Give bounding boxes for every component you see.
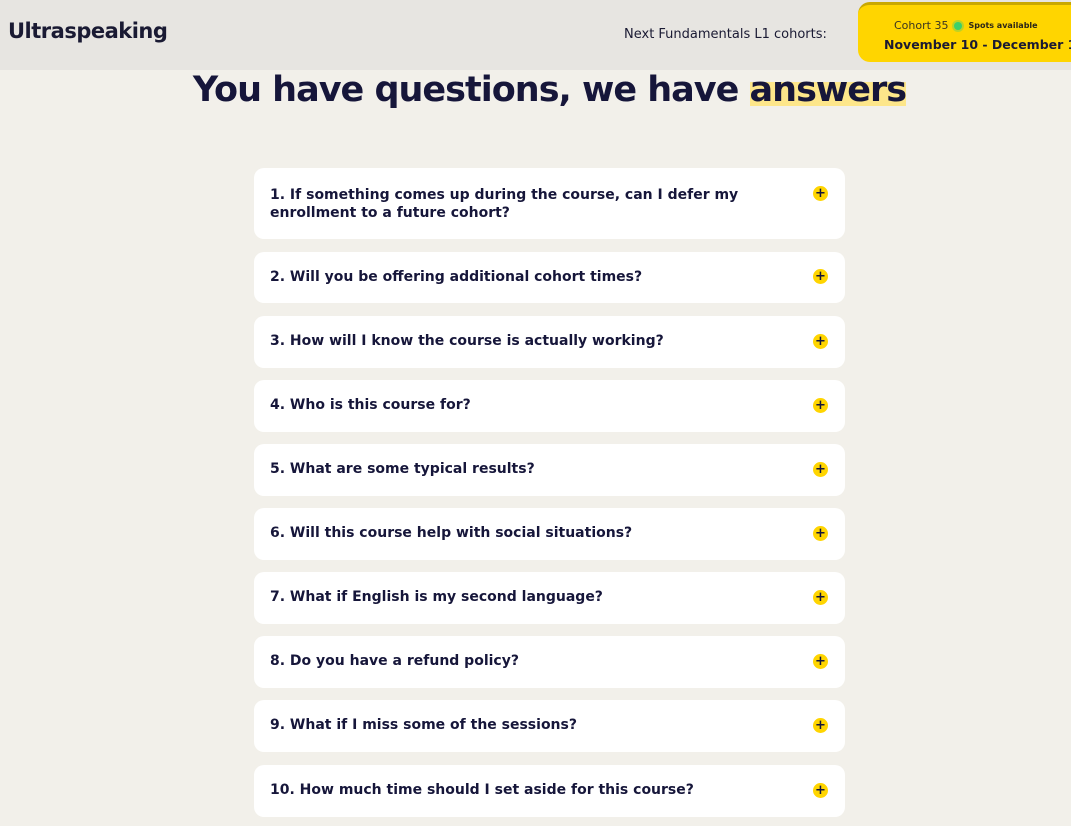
faq-question: 3. How will I know the course is actuall… [270, 333, 664, 349]
faq-item[interactable]: 10. How much time should I set aside for… [254, 765, 845, 817]
cohort-card[interactable]: Cohort 35 Spots available November 10 - … [858, 2, 1071, 62]
plus-icon[interactable]: + [813, 269, 828, 284]
faq-item[interactable]: 2. Will you be offering additional cohor… [254, 252, 845, 303]
cohort-name: Cohort 35 [894, 19, 949, 32]
faq-question: 1. If something comes up during the cour… [270, 187, 739, 221]
logo[interactable]: Ultraspeaking [8, 19, 168, 43]
faq-item[interactable]: 1. If something comes up during the cour… [254, 168, 845, 239]
faq-item[interactable]: 7. What if English is my second language… [254, 572, 845, 624]
faq-item[interactable]: 5. What are some typical results? + [254, 444, 845, 496]
faq-question: 2. Will you be offering additional cohor… [270, 269, 643, 285]
top-bar: Ultraspeaking Next Fundamentals L1 cohor… [0, 0, 1071, 70]
faq-question: 10. How much time should I set aside for… [270, 782, 694, 798]
plus-icon[interactable]: + [813, 526, 828, 541]
faq-item[interactable]: 9. What if I miss some of the sessions? … [254, 700, 845, 752]
faq-question: 9. What if I miss some of the sessions? [270, 717, 577, 733]
faq-item[interactable]: 8. Do you have a refund policy? + [254, 636, 845, 688]
cohort-dates: November 10 - December 19 [884, 37, 1071, 52]
cohort-status-row: Cohort 35 Spots available [894, 19, 1038, 32]
page-title-highlight: answers [749, 70, 907, 110]
plus-icon[interactable]: + [813, 718, 828, 733]
availability-dot-icon [954, 21, 963, 30]
faq-item[interactable]: 6. Will this course help with social sit… [254, 508, 845, 560]
plus-icon[interactable]: + [813, 654, 828, 669]
plus-icon[interactable]: + [813, 783, 828, 798]
plus-icon[interactable]: + [813, 186, 828, 201]
faq-question: 4. Who is this course for? [270, 397, 471, 413]
faq-question: 8. Do you have a refund policy? [270, 653, 519, 669]
availability-status: Spots available [968, 21, 1038, 30]
faq-question: 5. What are some typical results? [270, 461, 535, 477]
faq-question: 6. Will this course help with social sit… [270, 525, 633, 541]
faq-question: 7. What if English is my second language… [270, 589, 603, 605]
faq-item[interactable]: 4. Who is this course for? + [254, 380, 845, 432]
plus-icon[interactable]: + [813, 398, 828, 413]
page-title-prefix: You have questions, we have [192, 70, 750, 110]
page-title: You have questions, we have answers [0, 70, 1071, 110]
plus-icon[interactable]: + [813, 334, 828, 349]
faq-item[interactable]: 3. How will I know the course is actuall… [254, 316, 845, 368]
plus-icon[interactable]: + [813, 462, 828, 477]
plus-icon[interactable]: + [813, 590, 828, 605]
next-cohorts-label: Next Fundamentals L1 cohorts: [624, 27, 827, 42]
